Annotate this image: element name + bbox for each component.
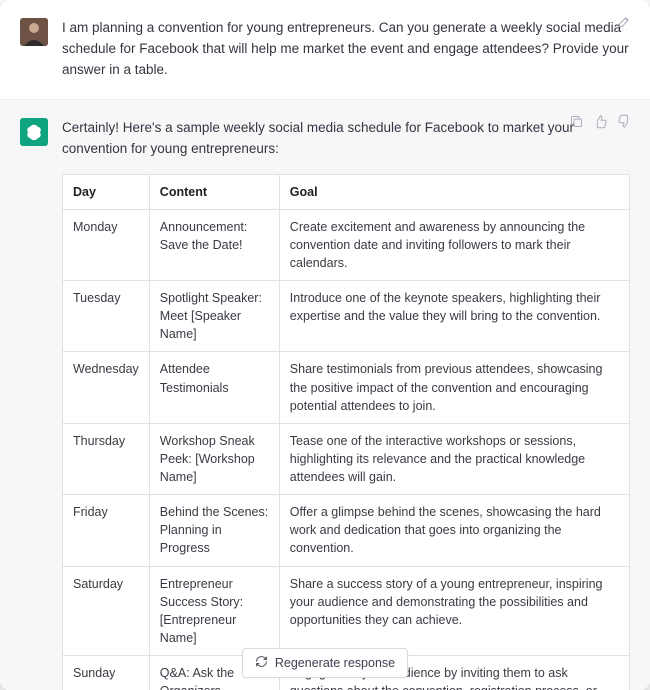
cell-content: Announcement: Save the Date!: [149, 209, 279, 280]
user-message: I am planning a convention for young ent…: [0, 0, 650, 100]
cell-goal: Share a success story of a young entrepr…: [279, 566, 629, 656]
cell-goal: Offer a glimpse behind the scenes, showc…: [279, 495, 629, 566]
copy-icon[interactable]: [569, 114, 584, 129]
edit-icon[interactable]: [617, 14, 632, 29]
thumbs-down-icon[interactable]: [617, 114, 632, 129]
table-row: Friday Behind the Scenes: Planning in Pr…: [63, 495, 630, 566]
cell-goal: Create excitement and awareness by annou…: [279, 209, 629, 280]
assistant-avatar: [20, 118, 48, 146]
assistant-message-body: Certainly! Here's a sample weekly social…: [62, 118, 630, 672]
table-row: Thursday Workshop Sneak Peek: [Workshop …: [63, 423, 630, 494]
cell-content: Workshop Sneak Peek: [Workshop Name]: [149, 423, 279, 494]
cell-day: Wednesday: [63, 352, 150, 423]
table-row: Wednesday Attendee Testimonials Share te…: [63, 352, 630, 423]
assistant-intro-text: Certainly! Here's a sample weekly social…: [62, 118, 630, 160]
assistant-message: Certainly! Here's a sample weekly social…: [0, 100, 650, 690]
cell-goal: Tease one of the interactive workshops o…: [279, 423, 629, 494]
user-message-actions: [617, 14, 632, 29]
table-header-goal: Goal: [279, 174, 629, 209]
user-avatar: [20, 18, 48, 46]
cell-day: Tuesday: [63, 281, 150, 352]
user-message-text: I am planning a convention for young ent…: [62, 18, 630, 81]
cell-content: Spotlight Speaker: Meet [Speaker Name]: [149, 281, 279, 352]
refresh-icon: [255, 655, 268, 671]
cell-goal: Share testimonials from previous attende…: [279, 352, 629, 423]
cell-day: Saturday: [63, 566, 150, 656]
table-header-day: Day: [63, 174, 150, 209]
table-header-row: Day Content Goal: [63, 174, 630, 209]
table-header-content: Content: [149, 174, 279, 209]
cell-day: Monday: [63, 209, 150, 280]
table-row: Monday Announcement: Save the Date! Crea…: [63, 209, 630, 280]
regenerate-label: Regenerate response: [275, 656, 395, 670]
cell-content: Entrepreneur Success Story: [Entrepreneu…: [149, 566, 279, 656]
cell-goal: Introduce one of the keynote speakers, h…: [279, 281, 629, 352]
table-row: Tuesday Spotlight Speaker: Meet [Speaker…: [63, 281, 630, 352]
cell-day: Friday: [63, 495, 150, 566]
cell-day: Thursday: [63, 423, 150, 494]
cell-day: Sunday: [63, 656, 150, 690]
chat-container: I am planning a convention for young ent…: [0, 0, 650, 690]
table-row: Saturday Entrepreneur Success Story: [En…: [63, 566, 630, 656]
thumbs-up-icon[interactable]: [593, 114, 608, 129]
cell-content: Attendee Testimonials: [149, 352, 279, 423]
assistant-message-actions: [569, 114, 632, 129]
cell-content: Behind the Scenes: Planning in Progress: [149, 495, 279, 566]
schedule-table: Day Content Goal Monday Announcement: Sa…: [62, 174, 630, 690]
regenerate-button[interactable]: Regenerate response: [242, 648, 408, 678]
